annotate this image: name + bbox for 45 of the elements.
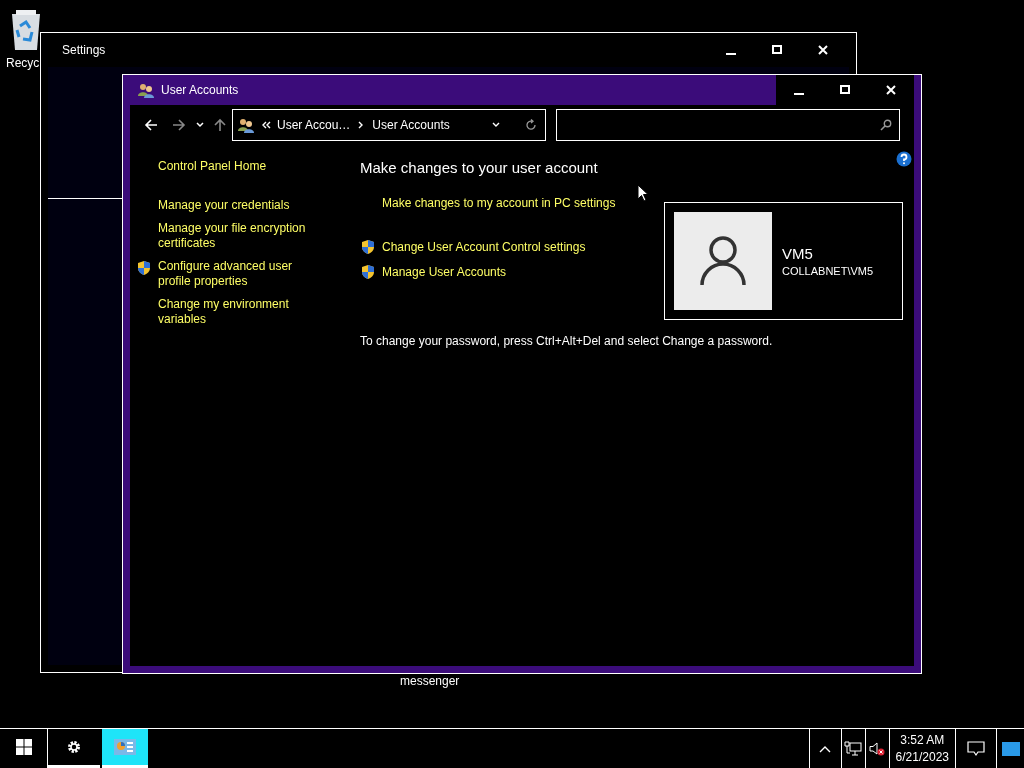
- windows-logo-icon: [15, 739, 32, 755]
- search-field[interactable]: [556, 109, 900, 141]
- recent-dropdown[interactable]: [196, 122, 204, 128]
- close-icon: [818, 45, 828, 55]
- desktop-icon-label: messenger: [400, 674, 460, 688]
- shield-icon: [136, 260, 152, 276]
- sidebar-link[interactable]: Control Panel Home: [136, 159, 336, 174]
- sidebar-link[interactable]: Manage your credentials: [136, 198, 336, 213]
- account-name: VM5: [782, 245, 814, 262]
- help-icon[interactable]: [896, 151, 912, 167]
- sidebar-link[interactable]: Manage your file encryption certificates: [136, 221, 336, 251]
- maximize-icon: [840, 85, 850, 95]
- gear-icon: [67, 740, 81, 754]
- mouse-pointer-icon: [637, 184, 649, 202]
- overflow-icon: [261, 120, 271, 130]
- network-icon[interactable]: [840, 729, 865, 768]
- shield-icon: [360, 239, 376, 255]
- clock[interactable]: 3:52 AM 6/21/2023: [888, 729, 956, 768]
- minimize-icon: [726, 52, 736, 55]
- task-link[interactable]: Change User Account Control settings: [360, 238, 586, 255]
- search-icon: [880, 119, 892, 131]
- speech-bubble-icon: [967, 740, 985, 757]
- minimize-icon: [794, 92, 804, 95]
- refresh-icon[interactable]: [525, 119, 537, 131]
- breadcrumb[interactable]: User Accou…: [277, 118, 351, 132]
- close-icon: [886, 85, 896, 95]
- task-link[interactable]: Manage User Accounts: [360, 263, 507, 280]
- desktop-icon-label: Recyc: [6, 56, 40, 70]
- address-bar[interactable]: User Accou… User Accounts: [232, 109, 546, 141]
- window-title: Settings: [62, 43, 106, 57]
- shield-icon: [360, 264, 376, 280]
- control-panel-icon: [114, 739, 136, 755]
- users-icon: [237, 117, 255, 133]
- desktop-icon: [1001, 741, 1020, 756]
- breadcrumb[interactable]: User Accounts: [372, 118, 450, 132]
- maximize-icon: [772, 45, 782, 55]
- page-heading: Make changes to your user account: [360, 159, 599, 176]
- password-hint: To change your password, press Ctrl+Alt+Del and select Change a password.: [360, 334, 774, 348]
- sidebar-link[interactable]: Change my environment variables: [136, 297, 336, 327]
- sidebar-link[interactable]: Configure advanced user profile properties: [136, 259, 336, 289]
- window-title: User Accounts: [161, 83, 239, 97]
- task-link[interactable]: Make changes to my account in PC settings: [360, 196, 616, 210]
- users-icon: [137, 82, 155, 98]
- chevron-up-icon: [819, 744, 832, 753]
- account-domain: COLLABNET\VM5: [782, 265, 874, 277]
